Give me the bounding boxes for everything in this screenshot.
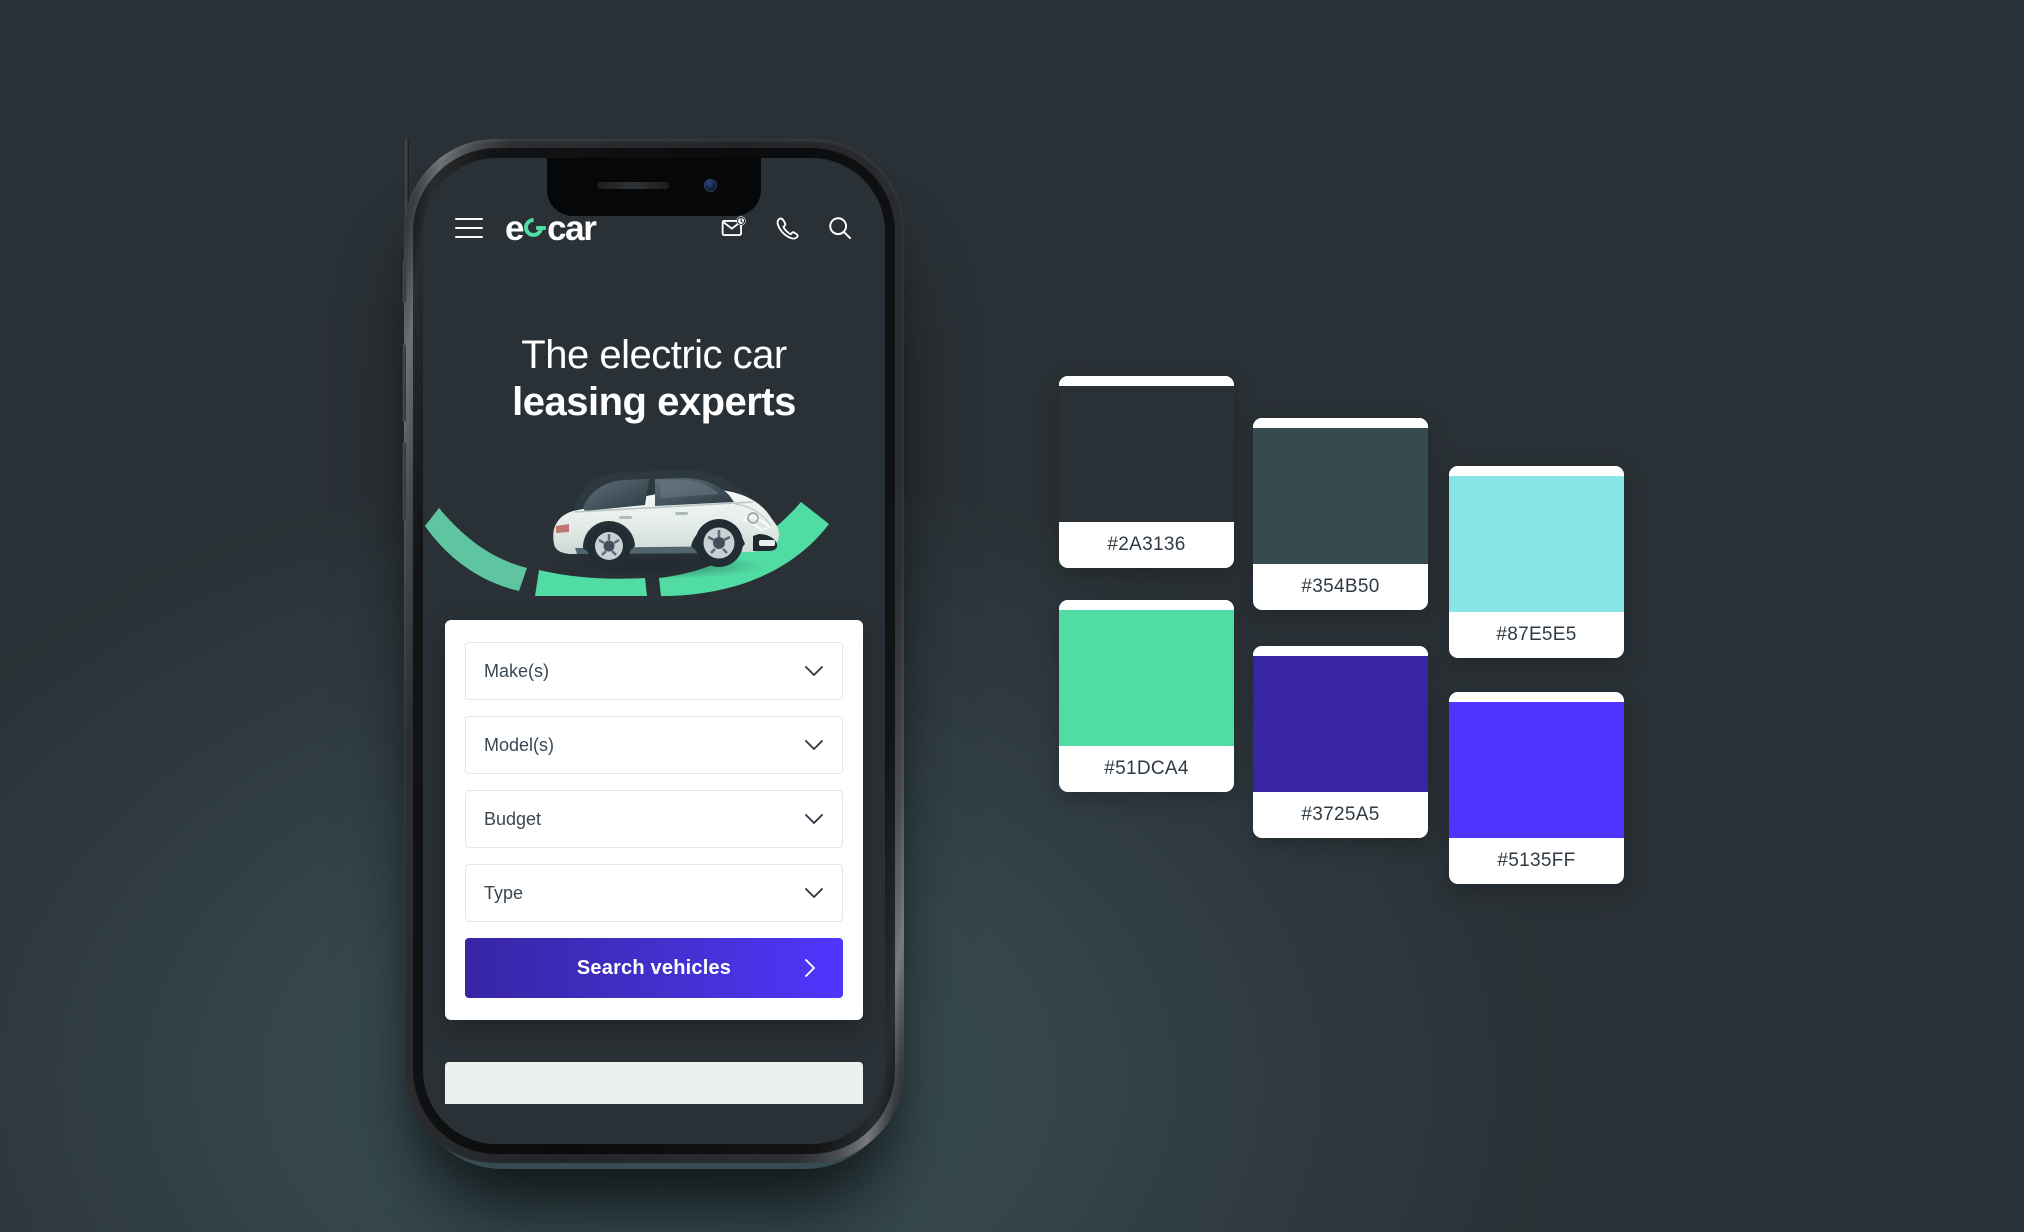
front-camera-icon — [704, 179, 717, 192]
swatch-hex-label: #87E5E5 — [1496, 624, 1577, 645]
swatch-hex-label: #5135FF — [1497, 850, 1576, 871]
swatch-deep-teal[interactable]: #354B50 — [1253, 418, 1428, 610]
swatch-hex-label: #51DCA4 — [1104, 758, 1189, 779]
earpiece-speaker-icon — [597, 182, 669, 189]
swatch-hex-label: #354B50 — [1301, 576, 1380, 597]
color-palette: #2A3136 #51DCA4 #354B50 #3725A5 #87E5E5 … — [0, 0, 2024, 1232]
swatch-chip — [1253, 428, 1428, 564]
swatch-mint-green[interactable]: #51DCA4 — [1059, 600, 1234, 792]
swatch-violet[interactable]: #5135FF — [1449, 692, 1624, 884]
swatch-deep-purple[interactable]: #3725A5 — [1253, 646, 1428, 838]
hero-illustration — [423, 448, 885, 597]
swatch-chip — [1059, 610, 1234, 746]
phone-notch — [547, 158, 761, 216]
swatch-chip — [1449, 702, 1624, 838]
swatch-chip — [1449, 476, 1624, 612]
swatch-chip — [1253, 656, 1428, 792]
swatch-dark-slate[interactable]: #2A3136 — [1059, 376, 1234, 568]
swatch-light-cyan[interactable]: #87E5E5 — [1449, 466, 1624, 658]
swatch-chip — [1059, 386, 1234, 522]
swatch-hex-label: #3725A5 — [1301, 804, 1380, 825]
electric-car-illustration — [545, 470, 779, 580]
swatch-hex-label: #2A3136 — [1107, 534, 1186, 555]
